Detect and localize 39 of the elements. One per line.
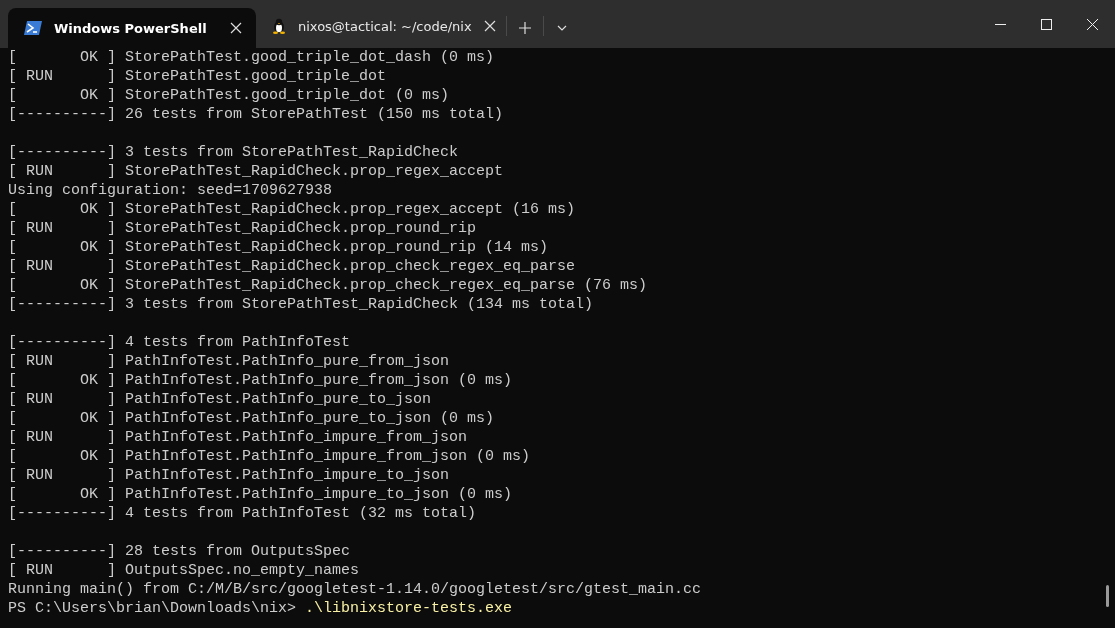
close-icon[interactable] bbox=[230, 22, 242, 34]
chevron-down-icon bbox=[557, 25, 567, 31]
maximize-icon bbox=[1040, 18, 1052, 30]
terminal-line: [ RUN ] StorePathTest_RapidCheck.prop_round_rip bbox=[8, 219, 478, 238]
terminal-line: [ RUN ] PathInfoTest.PathInfo_impure_to_json bbox=[8, 466, 451, 485]
terminal-tab[interactable]: nixos@tactical: ~/code/nix bbox=[256, 8, 506, 44]
prompt-text: PS C:\Users\brian\Downloads\nix> bbox=[8, 600, 297, 617]
terminal-line: [ RUN ] StorePathTest_RapidCheck.prop_regex_accept bbox=[8, 162, 505, 181]
terminal-line: [ OK ] PathInfoTest.PathInfo_pure_from_json (0 ms) bbox=[8, 371, 514, 390]
terminal-line: Running main() from C:/M/B/src/googletest-1.14.0/googletest/src/gtest_main.cc bbox=[8, 580, 703, 599]
terminal-line: [ OK ] StorePathTest.good_triple_dot (0 ms) bbox=[8, 86, 451, 105]
powershell-icon bbox=[24, 21, 42, 35]
terminal-line: [ OK ] StorePathTest_RapidCheck.prop_regex_accept (16 ms) bbox=[8, 200, 577, 219]
terminal-line: [----------] 4 tests from PathInfoTest bbox=[8, 333, 352, 352]
terminal-line: [ RUN ] StorePathTest.good_triple_dot bbox=[8, 67, 388, 86]
terminal-line: [ RUN ] PathInfoTest.PathInfo_impure_from_json bbox=[8, 428, 469, 447]
scrollbar-thumb[interactable] bbox=[1106, 585, 1109, 607]
terminal-line: [ OK ] StorePathTest.good_triple_dot_dash (0 ms) bbox=[8, 48, 496, 67]
terminal-line: [ RUN ] StorePathTest_RapidCheck.prop_check_regex_eq_parse bbox=[8, 257, 577, 276]
terminal-line: [ OK ] PathInfoTest.PathInfo_pure_to_json (0 ms) bbox=[8, 409, 496, 428]
terminal-line: [ RUN ] PathInfoTest.PathInfo_pure_from_json bbox=[8, 352, 451, 371]
terminal-line: [----------] 3 tests from StorePathTest_RapidCheck (134 ms total) bbox=[8, 295, 595, 314]
terminal-line: [ RUN ] OutputsSpec.no_empty_names bbox=[8, 561, 361, 580]
command-text: .\libnixstore-tests.exe bbox=[305, 600, 513, 617]
terminal-line: [ RUN ] PathInfoTest.PathInfo_pure_to_json bbox=[8, 390, 433, 409]
terminal-line: [----------] 26 tests from StorePathTest (150 ms total) bbox=[8, 105, 505, 124]
terminal-line: [----------] 4 tests from PathInfoTest (32 ms total) bbox=[8, 504, 478, 523]
terminal-line: Using configuration: seed=1709627938 bbox=[8, 181, 334, 200]
close-icon bbox=[1086, 18, 1098, 30]
penguin-icon bbox=[272, 18, 286, 34]
terminal-tab[interactable]: Windows PowerShell bbox=[8, 8, 256, 48]
plus-icon bbox=[519, 22, 531, 34]
terminal-line: [ OK ] PathInfoTest.PathInfo_impure_from_json (0 ms) bbox=[8, 447, 532, 466]
terminal-line: [ OK ] PathInfoTest.PathInfo_impure_to_json (0 ms) bbox=[8, 485, 514, 504]
close-icon[interactable] bbox=[483, 20, 496, 32]
terminal-line: [ OK ] StorePathTest_RapidCheck.prop_check_regex_eq_parse (76 ms) bbox=[8, 276, 649, 295]
terminal-line: [----------] 28 tests from OutputsSpec bbox=[8, 542, 352, 561]
terminal-line: [ OK ] StorePathTest_RapidCheck.prop_round_rip (14 ms) bbox=[8, 238, 550, 257]
terminal-line: [----------] 3 tests from StorePathTest_RapidCheck bbox=[8, 143, 460, 162]
